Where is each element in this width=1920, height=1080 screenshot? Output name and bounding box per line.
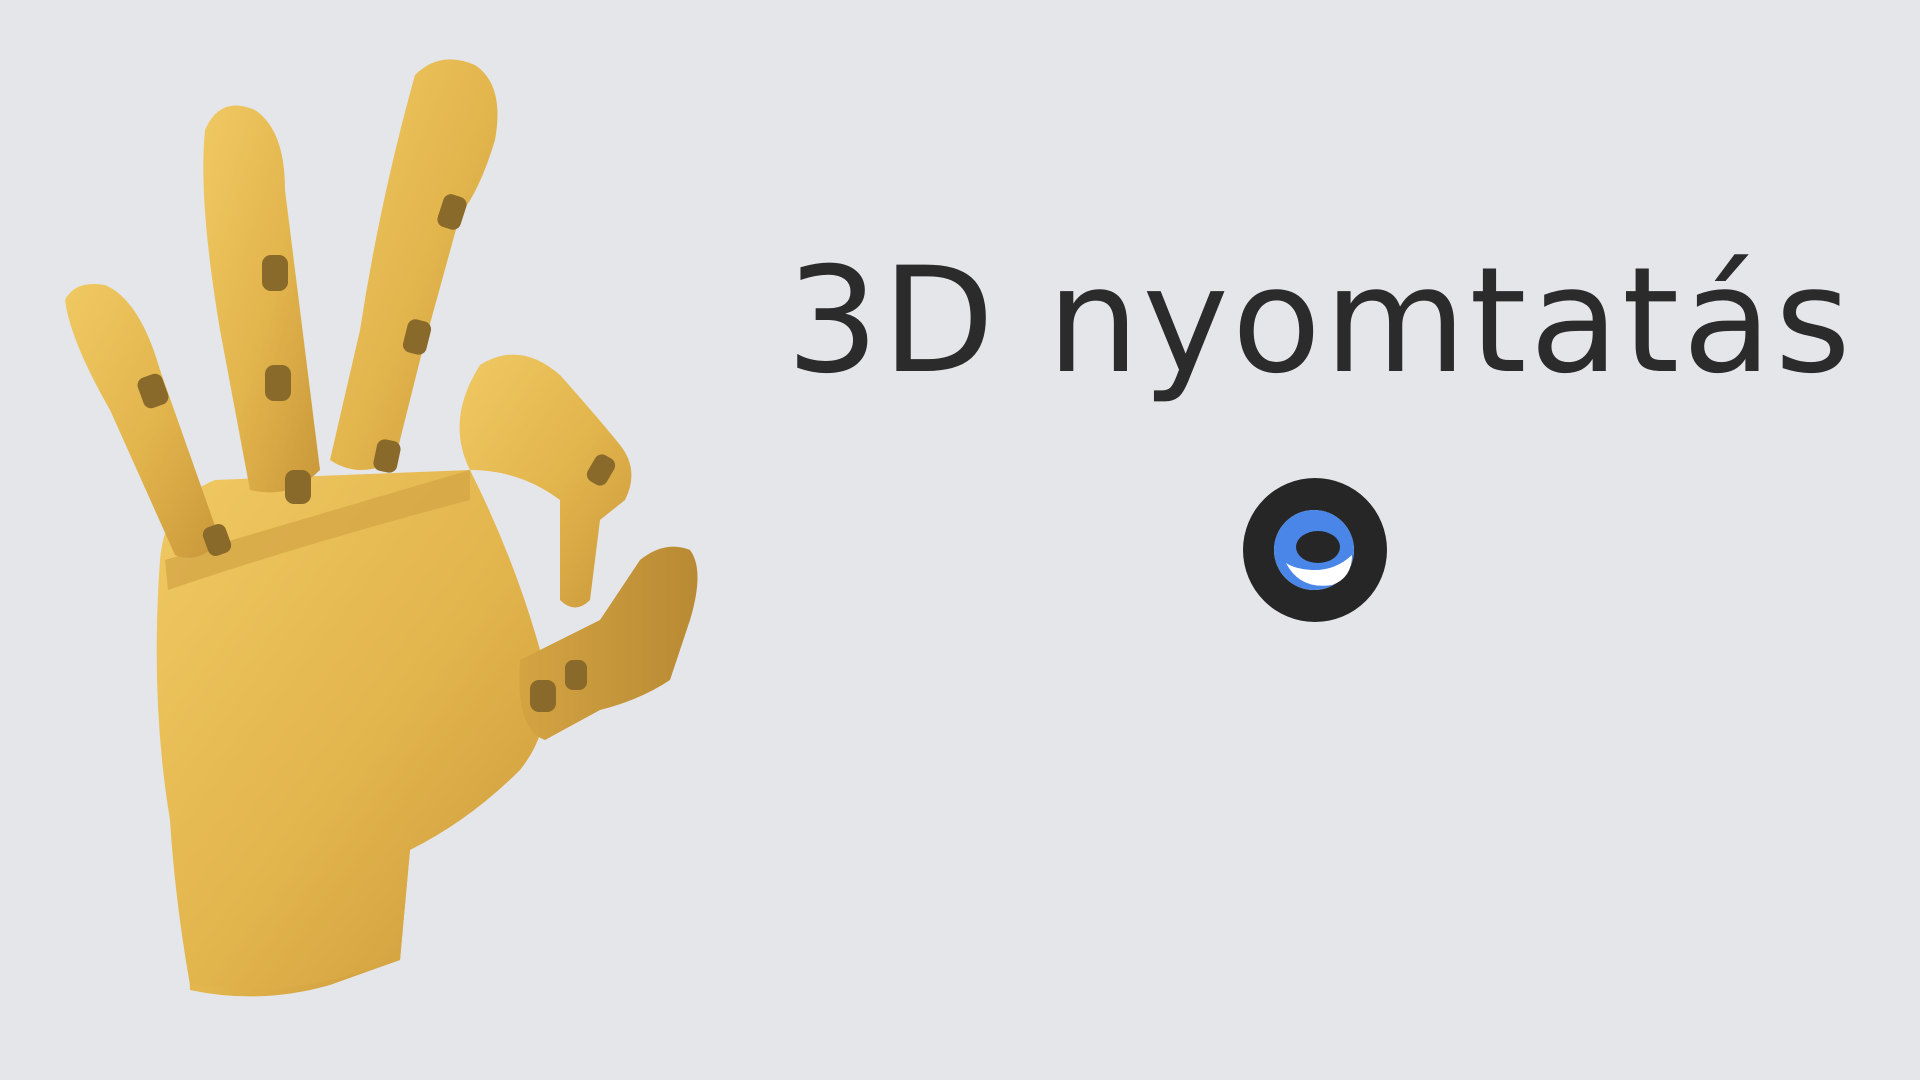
robotic-hand-image: [0, 0, 760, 1080]
index-finger: [65, 284, 232, 558]
brand-logo-icon: [1240, 475, 1390, 625]
thumb: [519, 546, 698, 740]
middle-finger: [203, 105, 320, 504]
page-title: 3D nyomtatás: [786, 236, 1854, 406]
